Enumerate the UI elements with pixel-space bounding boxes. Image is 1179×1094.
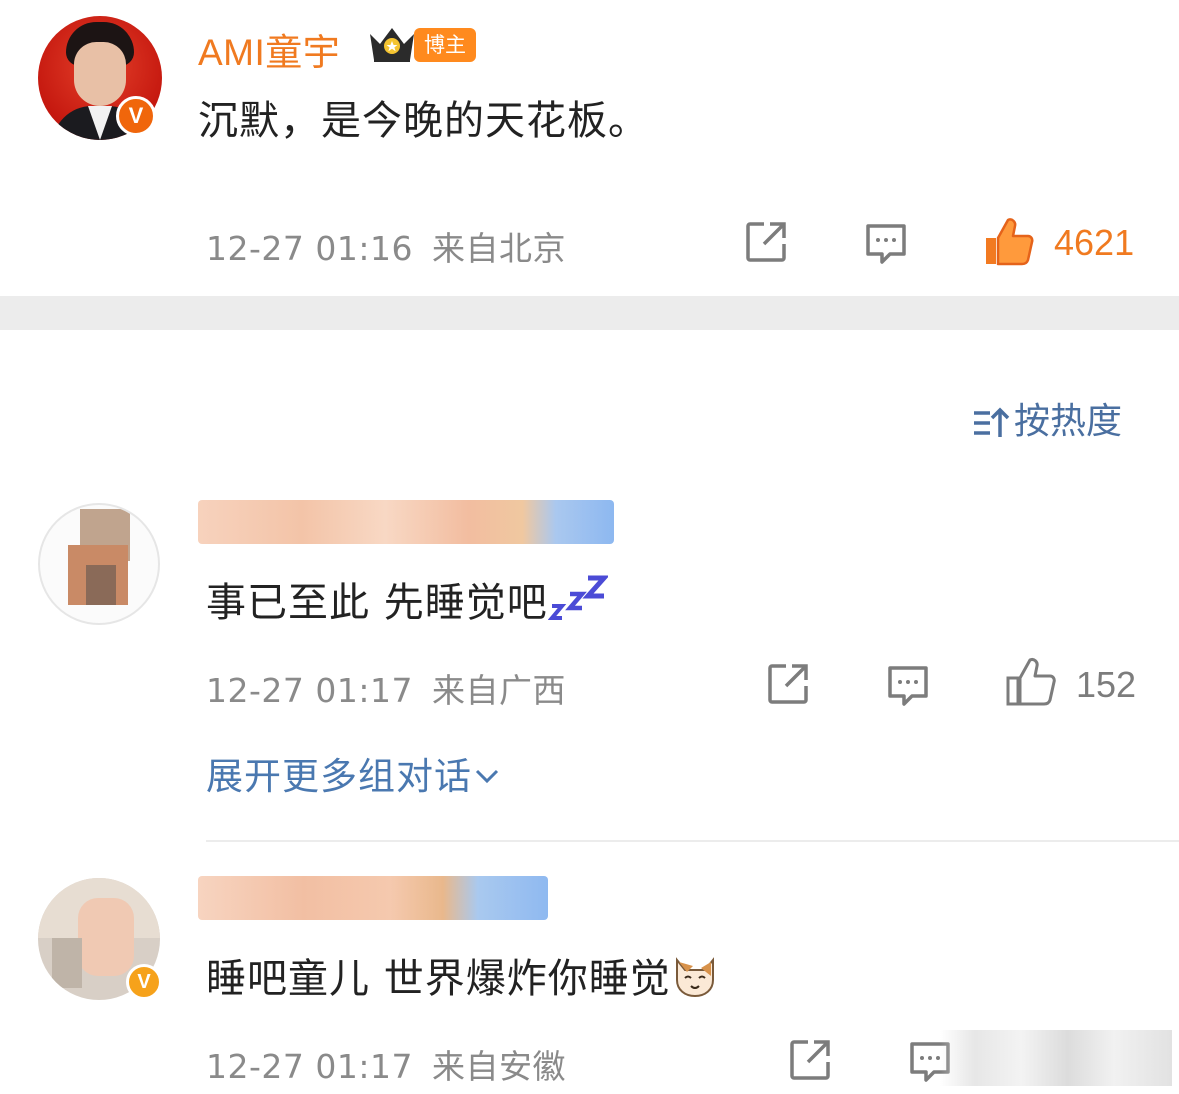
blogger-badge: 博主 [414, 28, 476, 62]
like-icon[interactable] [1004, 656, 1056, 706]
comment-timestamp: 12-27 01:17 [206, 1047, 413, 1086]
post-timestamp: 12-27 01:16 [206, 229, 413, 268]
commenter-name-blurred[interactable] [198, 500, 614, 544]
comment-meta: 12-27 01:17 来自安徽 [206, 1040, 566, 1088]
author-name[interactable]: AMI童宇 [198, 22, 340, 76]
comment-text: 睡吧童儿 世界爆炸你睡觉 [206, 946, 719, 1004]
comment-location: 来自广西 [431, 671, 566, 710]
comment-timestamp: 12-27 01:17 [206, 671, 413, 710]
cat-face-emoji [675, 957, 714, 998]
comment-meta: 12-27 01:17 来自广西 [206, 664, 566, 712]
share-icon[interactable] [764, 660, 812, 708]
post-location: 来自北京 [431, 229, 566, 268]
verified-badge: V [116, 96, 156, 136]
post-like-count: 4621 [1054, 222, 1135, 263]
reply-icon[interactable] [884, 662, 932, 710]
comment-location: 来自安徽 [431, 1047, 566, 1086]
comment-divider [206, 840, 1179, 842]
sort-by-hot-button[interactable]: 按热度 [970, 392, 1122, 444]
verified-badge: V [126, 964, 162, 1000]
share-icon[interactable] [786, 1036, 834, 1084]
blurred-actions-overlay [940, 1030, 1172, 1086]
sort-label: 按热度 [1014, 401, 1123, 442]
sort-icon [974, 407, 1010, 437]
share-icon[interactable] [742, 218, 790, 266]
chevron-down-icon [475, 769, 499, 784]
section-divider [0, 296, 1179, 330]
commenter-name-blurred[interactable] [198, 876, 548, 920]
post-meta: 12-27 01:16 来自北京 [206, 222, 566, 270]
post-text: 沉默，是今晚的天花板。 [198, 98, 649, 144]
zzz-sleep-emoji [547, 575, 610, 620]
comment-like-count: 152 [1076, 664, 1137, 705]
commenter-avatar[interactable] [38, 503, 160, 625]
comment-icon[interactable] [862, 220, 910, 268]
like-icon[interactable] [982, 216, 1034, 266]
crown-icon [370, 28, 414, 62]
comment-text: 事已至此 先睡觉吧 [206, 570, 610, 628]
expand-conversation-link[interactable]: 展开更多组对话 [206, 746, 502, 800]
